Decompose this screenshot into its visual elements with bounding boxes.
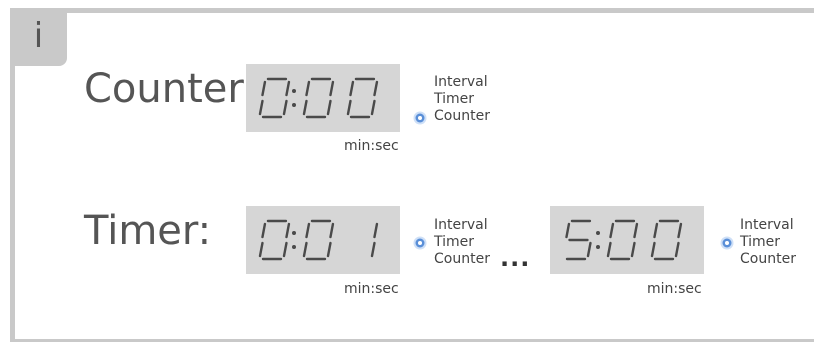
lcd-segment-top-left bbox=[609, 222, 615, 239]
lcd-segment-bottom-left bbox=[650, 241, 656, 258]
lcd-segment-top-right bbox=[285, 222, 291, 239]
mode-indicator-icon bbox=[413, 236, 427, 250]
ellipsis: ... bbox=[500, 244, 531, 272]
lcd-segment-bottom-right bbox=[282, 99, 288, 116]
timer-end-mode-list: Interval Timer Counter bbox=[740, 217, 796, 268]
timer-start-display bbox=[246, 206, 400, 274]
timer-start-display-digits bbox=[258, 219, 379, 261]
counter-mode-list: Interval Timer Counter bbox=[434, 74, 490, 125]
mode-label-timer: Timer bbox=[434, 91, 475, 107]
lcd-segment-bottom-right bbox=[326, 241, 332, 258]
mode-label-interval: Interval bbox=[740, 217, 794, 233]
lcd-segment-top-left bbox=[305, 80, 311, 97]
lcd-segment-bottom-right bbox=[326, 99, 332, 116]
info-badge: i bbox=[10, 8, 67, 66]
info-icon: i bbox=[33, 16, 44, 56]
lcd-segment-bottom-right bbox=[370, 241, 376, 258]
counter-unit: min:sec bbox=[344, 138, 399, 154]
mode-label-timer: Timer bbox=[740, 234, 781, 250]
counter-label: Counter: bbox=[84, 66, 257, 112]
lcd-segment-top-right bbox=[285, 80, 291, 97]
lcd-segment-bottom-right bbox=[630, 241, 636, 258]
mode-label-interval: Interval bbox=[434, 74, 488, 90]
lcd-segment-top-left bbox=[565, 222, 571, 239]
mode-label-counter: Counter bbox=[434, 251, 490, 267]
timer-start-unit: min:sec bbox=[344, 281, 399, 297]
mode-label-timer: Timer bbox=[434, 234, 475, 250]
timer-end-unit: min:sec bbox=[647, 281, 702, 297]
lcd-segment-top-right bbox=[373, 80, 379, 97]
lcd-segment-bottom-left bbox=[302, 99, 308, 116]
lcd-segment-top-left bbox=[653, 222, 659, 239]
lcd-segment-top-right bbox=[329, 222, 335, 239]
lcd-segment-top-right bbox=[373, 222, 379, 239]
lcd-colon-dot bbox=[292, 245, 296, 249]
timer-start-mode-list: Interval Timer Counter bbox=[434, 217, 490, 268]
lcd-segment-bottom-right bbox=[586, 241, 592, 258]
counter-display-digits bbox=[258, 77, 379, 119]
lcd-colon-dot bbox=[292, 231, 296, 235]
lcd-segment-bottom-left bbox=[346, 99, 352, 116]
mode-indicator-icon bbox=[720, 236, 734, 250]
lcd-segment-top-left bbox=[305, 222, 311, 239]
lcd-segment-bottom-left bbox=[606, 241, 612, 258]
lcd-segment-bottom-left bbox=[302, 241, 308, 258]
lcd-segment-top-right bbox=[633, 222, 639, 239]
lcd-segment-bottom-left bbox=[258, 99, 264, 116]
lcd-colon-dot bbox=[292, 103, 296, 107]
mode-label-counter: Counter bbox=[434, 108, 490, 124]
mode-label-interval: Interval bbox=[434, 217, 488, 233]
lcd-colon-dot bbox=[292, 89, 296, 93]
lcd-segment-top-left bbox=[261, 222, 267, 239]
mode-label-counter: Counter bbox=[740, 251, 796, 267]
lcd-segment-bottom-right bbox=[282, 241, 288, 258]
lcd-segment-top-left bbox=[349, 80, 355, 97]
lcd-colon-dot bbox=[596, 231, 600, 235]
timer-end-display-digits bbox=[565, 219, 683, 261]
lcd-segment-top-right bbox=[677, 222, 683, 239]
mode-indicator-icon bbox=[413, 111, 427, 125]
timer-label: Timer: bbox=[84, 208, 212, 254]
lcd-segment-top-right bbox=[329, 80, 335, 97]
lcd-segment-bottom-right bbox=[370, 99, 376, 116]
lcd-segment-bottom-right bbox=[674, 241, 680, 258]
lcd-segment-bottom-left bbox=[258, 241, 264, 258]
counter-display bbox=[246, 64, 400, 132]
lcd-segment-top-left bbox=[261, 80, 267, 97]
lcd-colon-dot bbox=[596, 245, 600, 249]
timer-end-display bbox=[550, 206, 704, 274]
